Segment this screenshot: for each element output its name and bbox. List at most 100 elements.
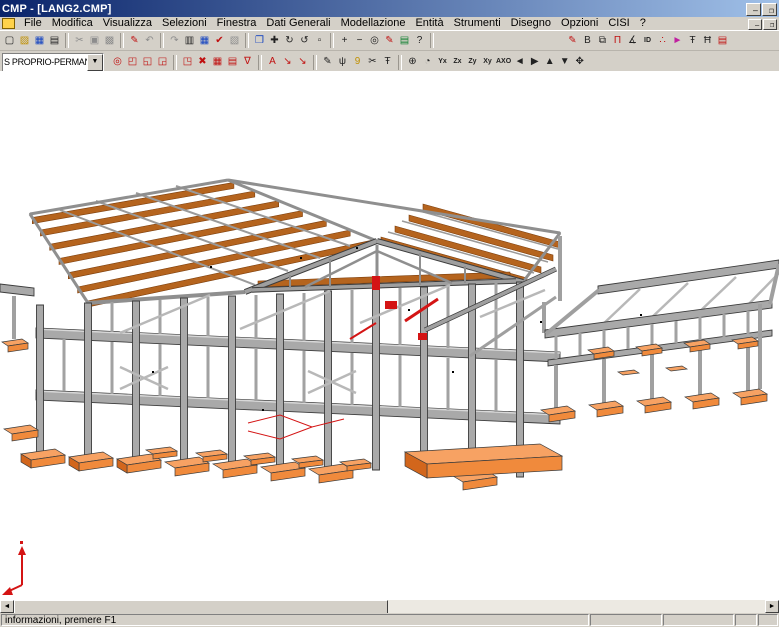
minimize-button[interactable]: –: [746, 3, 761, 16]
toolbar-group: ❐✚↻↺▫: [252, 33, 327, 49]
view-axo-button[interactable]: AXO: [495, 54, 512, 70]
view-zx-button[interactable]: Zx: [450, 54, 465, 70]
menu-item-help[interactable]: ?: [635, 17, 651, 30]
render-bulb-button[interactable]: 9: [350, 54, 365, 70]
select-window-button[interactable]: ◰: [125, 54, 140, 70]
context-help-button[interactable]: ?: [412, 33, 427, 49]
measure-button[interactable]: ∡: [625, 33, 640, 49]
step-down-button[interactable]: ▼: [557, 54, 572, 70]
cut-button[interactable]: ✂: [72, 33, 87, 49]
select-fence-button[interactable]: ▤: [225, 54, 240, 70]
label-text-button[interactable]: A: [265, 54, 280, 70]
redline-pen-button[interactable]: ✎: [382, 33, 397, 49]
toolbar-separator: [398, 55, 402, 70]
double-hammer-tool-button[interactable]: Ħ: [700, 33, 715, 49]
offset-entity-button[interactable]: Π: [610, 33, 625, 49]
grab-hand-button[interactable]: ✥: [572, 54, 587, 70]
menu-item-opzioni[interactable]: Opzioni: [556, 17, 603, 30]
erase-entity-button[interactable]: B: [580, 33, 595, 49]
check-model-button[interactable]: ✔: [212, 33, 227, 49]
properties-pen-button[interactable]: ✎: [320, 54, 335, 70]
grid-table-button[interactable]: ▦: [197, 33, 212, 49]
print-button[interactable]: ▤: [47, 33, 62, 49]
hammer-tool-button[interactable]: Ŧ: [685, 33, 700, 49]
menu-item-entit-[interactable]: Entità: [410, 17, 448, 30]
entity-id-button[interactable]: ID: [640, 33, 655, 49]
stamp-button[interactable]: ▧: [227, 33, 242, 49]
select-crossing-button[interactable]: ◱: [140, 54, 155, 70]
zoom-selection-button[interactable]: ◎: [110, 54, 125, 70]
model-viewport[interactable]: [0, 71, 779, 600]
menu-item-file[interactable]: File: [19, 17, 47, 30]
pan-view-button[interactable]: ✚: [267, 33, 282, 49]
title-bar[interactable]: CMP - [LANG2.CMP] –❐: [0, 0, 779, 17]
window-title: CMP - [LANG2.CMP]: [2, 3, 745, 15]
rotate-view-button[interactable]: ↻: [282, 33, 297, 49]
select-arrow-button[interactable]: ►: [670, 33, 685, 49]
orbit-view-button[interactable]: ↺: [297, 33, 312, 49]
toolbar-separator: [160, 33, 164, 48]
section-tool-button[interactable]: Ŧ: [380, 54, 395, 70]
step-up-button[interactable]: ▲: [542, 54, 557, 70]
undo-button[interactable]: ↶: [142, 33, 157, 49]
toolbar-separator: [313, 55, 317, 70]
menu-item-selezioni[interactable]: Selezioni: [157, 17, 212, 30]
view-yx-button[interactable]: Yx: [435, 54, 450, 70]
toolbar-group: ✎↶: [127, 33, 157, 49]
step-next-button[interactable]: ▶: [527, 54, 542, 70]
menu-item-modifica[interactable]: Modifica: [47, 17, 98, 30]
redo-button[interactable]: ↷: [167, 33, 182, 49]
mesh-tool-button[interactable]: ▤: [715, 33, 730, 49]
draw-pen-button[interactable]: ✎: [565, 33, 580, 49]
step-previous-button[interactable]: ◄: [512, 54, 527, 70]
right-wing: [545, 260, 779, 408]
menu-item-finestra[interactable]: Finestra: [212, 17, 262, 30]
deselect-all-button[interactable]: ✖: [195, 54, 210, 70]
save-file-button[interactable]: ▦: [32, 33, 47, 49]
print-preview-button[interactable]: ▥: [182, 33, 197, 49]
select-previous-button[interactable]: ◲: [155, 54, 170, 70]
view-zy-button[interactable]: Zy: [465, 54, 480, 70]
copy-entity-button[interactable]: ⧉: [595, 33, 610, 49]
paste-button[interactable]: ▩: [102, 33, 117, 49]
menu-item-visualizza[interactable]: Visualizza: [98, 17, 157, 30]
mdi-minimize-button[interactable]: –: [748, 19, 762, 30]
horizontal-scrollbar[interactable]: ◄ ►: [0, 600, 779, 613]
edit-pen-button[interactable]: ✎: [127, 33, 142, 49]
clip-plane-button[interactable]: ✂: [365, 54, 380, 70]
new-file-button[interactable]: ▢: [2, 33, 17, 49]
select-polygon-button[interactable]: ◳: [180, 54, 195, 70]
library-book-button[interactable]: ▤: [397, 33, 412, 49]
load-case-combobox[interactable]: S PROPRIO-PERMANENTE ▼: [2, 53, 104, 72]
status-pane-1: [590, 614, 662, 626]
scroll-right-button[interactable]: ►: [765, 600, 779, 613]
menu-item-disegno[interactable]: Disegno: [506, 17, 556, 30]
zoom-extents-button[interactable]: ◎: [367, 33, 382, 49]
select-grid-button[interactable]: ▦: [210, 54, 225, 70]
copy-button[interactable]: ▣: [87, 33, 102, 49]
menu-item-dati-generali[interactable]: Dati Generali: [261, 17, 335, 30]
red-arrow-2-button[interactable]: ↘: [295, 54, 310, 70]
selection-filter-button[interactable]: ∇: [240, 54, 255, 70]
menu-item-cisi[interactable]: CISI: [603, 17, 634, 30]
open-file-button[interactable]: ▨: [17, 33, 32, 49]
combo-dropdown-arrow[interactable]: ▼: [87, 54, 103, 71]
orbit-dynamic-button[interactable]: ◔: [420, 54, 435, 70]
menu-item-strumenti[interactable]: Strumenti: [449, 17, 506, 30]
zoom-in-button[interactable]: +: [337, 33, 352, 49]
restore-button[interactable]: ❐: [762, 3, 777, 16]
view-xy-button[interactable]: Xy: [480, 54, 495, 70]
red-arrow-1-button[interactable]: ↘: [280, 54, 295, 70]
menu-item-modellazione[interactable]: Modellazione: [336, 17, 411, 30]
toolbar-group: ◎◰◱◲: [110, 54, 170, 70]
scroll-left-button[interactable]: ◄: [0, 600, 14, 613]
zoom-window-button[interactable]: ▫: [312, 33, 327, 49]
status-pane-3: [735, 614, 757, 626]
mdi-restore-button[interactable]: ❐: [763, 19, 777, 30]
wireframe-mode-button[interactable]: ψ: [335, 54, 350, 70]
zoom-out-button[interactable]: −: [352, 33, 367, 49]
scrollbar-track[interactable]: [388, 600, 765, 613]
node-generate-button[interactable]: ∴: [655, 33, 670, 49]
zoom-dynamic-button[interactable]: ⊕: [405, 54, 420, 70]
tile-window-button[interactable]: ❐: [252, 33, 267, 49]
